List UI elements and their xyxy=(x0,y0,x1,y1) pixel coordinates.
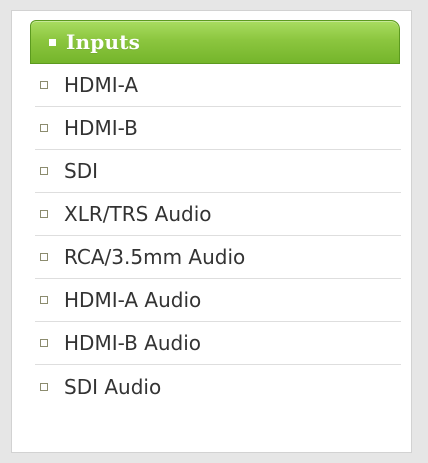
header-square-bullet-icon xyxy=(49,38,56,46)
square-bullet-icon xyxy=(40,339,48,347)
inputs-menu-title: Inputs xyxy=(66,30,141,54)
square-bullet-icon xyxy=(40,167,48,175)
menu-item-label: SDI xyxy=(64,159,98,183)
inputs-menu-header: Inputs xyxy=(30,20,400,64)
square-bullet-icon xyxy=(40,81,48,89)
square-bullet-icon xyxy=(40,382,48,391)
menu-item-hdmi-b[interactable]: HDMI-B xyxy=(35,107,401,150)
menu-item-label: HDMI-A Audio xyxy=(64,288,202,312)
menu-item-label: HDMI-A xyxy=(64,73,139,97)
menu-item-label: SDI Audio xyxy=(64,374,162,399)
menu-item-hdmi-b-audio[interactable]: HDMI-B Audio xyxy=(35,322,401,365)
square-bullet-icon xyxy=(40,210,48,218)
menu-item-rca-audio[interactable]: RCA/3.5mm Audio xyxy=(35,236,401,279)
square-bullet-icon xyxy=(40,296,48,304)
menu-item-hdmi-a[interactable]: HDMI-A xyxy=(35,64,401,107)
inputs-menu-list: HDMI-A HDMI-B SDI XLR/TRS Audio RCA/3.5m… xyxy=(35,64,401,408)
menu-item-label: HDMI-B Audio xyxy=(64,331,202,355)
menu-item-label: HDMI-B xyxy=(64,116,138,140)
menu-item-label: RCA/3.5mm Audio xyxy=(64,245,246,269)
menu-item-sdi-audio[interactable]: SDI Audio xyxy=(35,365,401,408)
menu-item-hdmi-a-audio[interactable]: HDMI-A Audio xyxy=(35,279,401,322)
menu-item-label: XLR/TRS Audio xyxy=(64,202,212,226)
menu-item-sdi[interactable]: SDI xyxy=(35,150,401,193)
square-bullet-icon xyxy=(40,124,48,132)
menu-item-xlr-trs-audio[interactable]: XLR/TRS Audio xyxy=(35,193,401,236)
square-bullet-icon xyxy=(40,253,48,261)
